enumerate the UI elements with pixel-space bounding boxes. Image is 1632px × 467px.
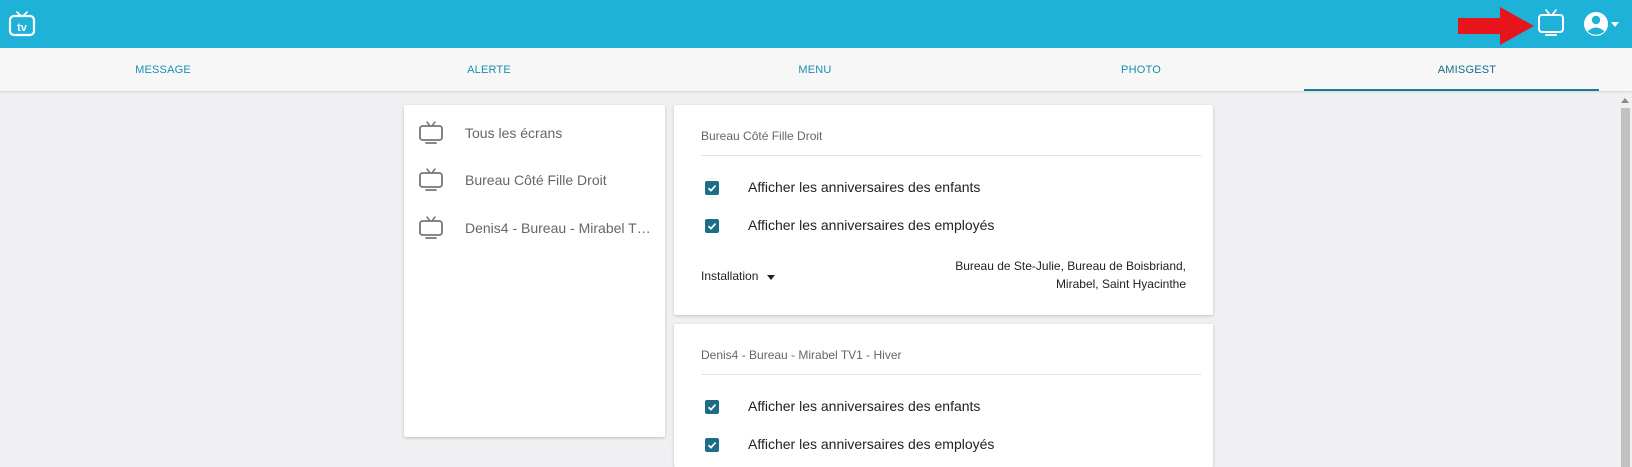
installation-values-line: Mirabel, Saint Hyacinthe — [1055, 277, 1186, 291]
active-tab-indicator — [1304, 89, 1599, 91]
option-label: Afficher les anniversaires des enfants — [748, 179, 981, 195]
screen-item-denis4[interactable]: Denis4 - Bureau - Mirabel TV1 - Hiver — [404, 206, 665, 250]
installation-label: Installation — [701, 269, 759, 283]
logo-text: tv — [17, 22, 28, 34]
installation-values-line: Bureau de Ste-Julie, Bureau de Boisbrian… — [955, 259, 1186, 273]
scroll-up-arrow-icon[interactable] — [1621, 98, 1629, 103]
tv-icon — [418, 119, 444, 145]
tv-icon — [418, 214, 444, 240]
card-title: Denis4 - Bureau - Mirabel TV1 - Hiver — [701, 348, 902, 362]
screens-list: Tous les écrans Bureau Côté Fille Droit … — [404, 105, 665, 437]
option-label: Afficher les anniversaires des employés — [748, 436, 995, 452]
screen-item-label: Denis4 - Bureau - Mirabel TV1 - Hiver — [465, 220, 655, 236]
card-divider — [701, 155, 1201, 156]
checkbox-checked[interactable] — [705, 438, 719, 452]
installation-values: Bureau de Ste-Julie, Bureau de Boisbrian… — [926, 257, 1186, 293]
checkbox-checked[interactable] — [705, 400, 719, 414]
tab-alerte[interactable]: ALERTE — [326, 48, 652, 91]
option-label: Afficher les anniversaires des employés — [748, 217, 995, 233]
screen-item-label: Tous les écrans — [465, 125, 563, 141]
app-header: tv — [0, 0, 1632, 48]
tab-bar: MESSAGE ALERTE MENU PHOTO AMISGEST — [0, 48, 1632, 91]
tab-menu[interactable]: MENU — [652, 48, 978, 91]
installation-dropdown[interactable]: Installation — [701, 269, 775, 289]
screen-settings-card: Denis4 - Bureau - Mirabel TV1 - Hiver Af… — [674, 324, 1213, 467]
checkbox-checked[interactable] — [705, 181, 719, 195]
tab-photo[interactable]: PHOTO — [978, 48, 1304, 91]
tv-icon[interactable] — [1536, 8, 1566, 38]
scrollbar-thumb[interactable] — [1621, 108, 1630, 467]
screen-item-all[interactable]: Tous les écrans — [404, 111, 665, 155]
tv-icon — [418, 166, 444, 192]
option-label: Afficher les anniversaires des enfants — [748, 398, 981, 414]
annotation-arrow-icon — [1456, 5, 1536, 47]
screen-settings-card: Bureau Côté Fille Droit Afficher les ann… — [674, 105, 1213, 315]
account-menu-button[interactable] — [1582, 10, 1626, 38]
checkbox-checked[interactable] — [705, 219, 719, 233]
tab-message[interactable]: MESSAGE — [0, 48, 326, 91]
caret-down-icon — [767, 275, 775, 280]
tv-logo-icon[interactable]: tv — [8, 10, 36, 38]
tab-amisgest[interactable]: AMISGEST — [1304, 48, 1630, 91]
screen-item-label: Bureau Côté Fille Droit — [465, 172, 607, 188]
screen-item-bureau-cote-fille-droit[interactable]: Bureau Côté Fille Droit — [404, 158, 665, 202]
card-title: Bureau Côté Fille Droit — [701, 129, 823, 143]
card-divider — [701, 374, 1201, 375]
account-circle-icon — [1584, 12, 1619, 36]
